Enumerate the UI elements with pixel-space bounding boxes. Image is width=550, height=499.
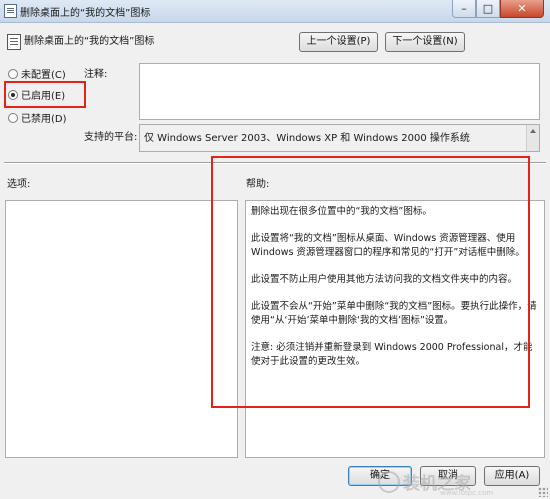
supported-platform-label: 支持的平台: [84,132,138,143]
policy-title: 删除桌面上的“我的文档”图标 [24,36,155,47]
radio-disabled-circle[interactable] [8,112,18,123]
title-bar[interactable]: 删除桌面上的“我的文档”图标 – □ ✕ [0,0,550,23]
radio-disabled[interactable]: 已禁用(D) [8,110,67,126]
help-highlight-box [211,156,530,408]
resize-grip-icon[interactable] [538,487,548,497]
watermark-logo-icon [378,470,400,493]
supported-platform-value: 仅 Windows Server 2003、Windows XP 和 Windo… [144,133,470,144]
scroll-up-arrow-icon[interactable] [526,125,539,151]
policy-setting-icon [7,34,21,50]
site-watermark: 装机之家 www.lotpc.com [378,469,548,497]
maximize-button[interactable]: □ [476,0,500,18]
comment-textarea[interactable] [139,63,540,120]
options-panel[interactable] [5,200,238,458]
close-button[interactable]: ✕ [500,0,544,18]
policy-document-icon [4,4,17,18]
minimize-button[interactable]: – [452,0,476,18]
supported-platform-field: 仅 Windows Server 2003、Windows XP 和 Windo… [139,124,540,152]
previous-setting-button[interactable]: 上一个设置(P) [299,32,378,52]
next-setting-button[interactable]: 下一个设置(N) [385,32,465,52]
radio-not-configured-circle[interactable] [8,68,18,79]
enabled-highlight-box [4,81,86,108]
watermark-url: www.lotpc.com [440,489,494,497]
radio-not-configured-label[interactable]: 未配置(C) [21,66,66,81]
radio-disabled-label[interactable]: 已禁用(D) [21,110,67,125]
window-title: 删除桌面上的“我的文档”图标 [20,8,151,19]
comment-label: 注释: [84,69,108,80]
radio-not-configured[interactable]: 未配置(C) [8,66,66,82]
options-label: 选项: [7,179,31,190]
